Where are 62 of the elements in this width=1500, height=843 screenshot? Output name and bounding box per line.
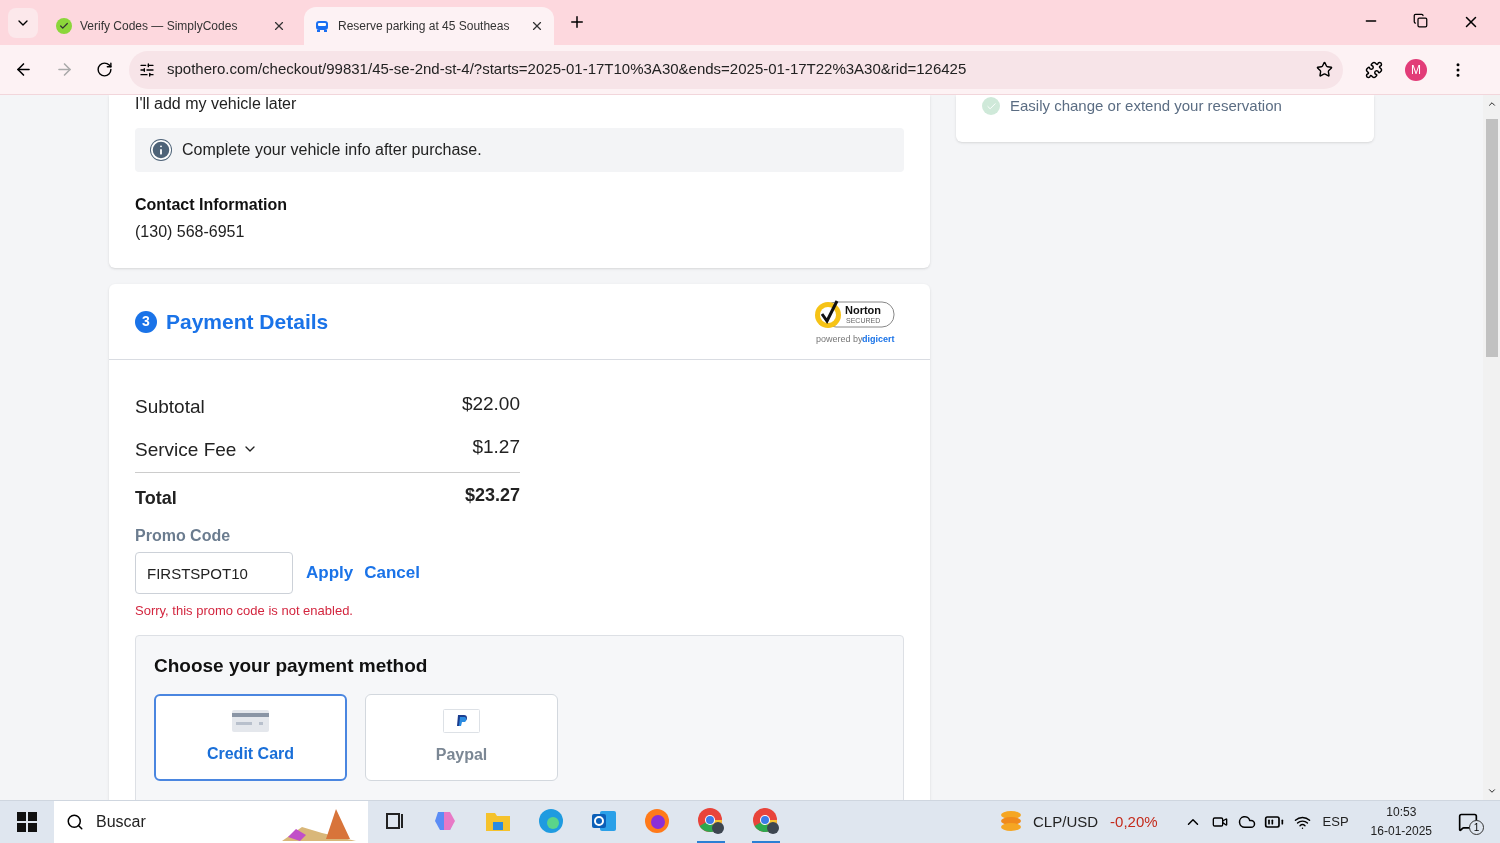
summary-value: $1.27 <box>472 435 520 459</box>
summary-value: $23.27 <box>464 484 520 507</box>
summary-value: $22.00 <box>461 392 520 416</box>
tab-title: Reserve parking at 45 Southeas <box>338 18 511 35</box>
scrollbar-thumb[interactable] <box>1485 118 1498 357</box>
profile-avatar[interactable]: M <box>1405 58 1427 81</box>
chrome-icon[interactable] <box>752 806 780 835</box>
tab-title: Verify Codes — SimplyCodes <box>80 18 239 35</box>
cloud-icon[interactable] <box>1237 813 1256 831</box>
promo-code-field[interactable]: FIRSTSPOT10 <box>135 552 293 594</box>
camera-icon[interactable] <box>1211 814 1228 830</box>
paypal-icon <box>443 708 480 733</box>
notification-count: 1 <box>1469 820 1484 835</box>
clock-date: 16-01-2025 <box>1370 823 1432 840</box>
restore-icon[interactable] <box>1413 13 1428 28</box>
windows-start-icon[interactable] <box>17 812 37 832</box>
chrome-icon[interactable] <box>697 806 725 835</box>
summary-label[interactable]: Service Fee <box>135 435 237 462</box>
scrollbar[interactable] <box>1483 95 1500 800</box>
clock-time: 10:53 <box>1386 804 1417 821</box>
search-placeholder: Buscar <box>96 812 147 832</box>
ticker-change: -0,20% <box>1110 811 1158 832</box>
cancel-link[interactable]: Cancel <box>364 560 420 586</box>
task-view-icon[interactable] <box>385 810 405 831</box>
credit-card-icon <box>232 709 269 732</box>
browser-tab[interactable]: Verify Codes — SimplyCodes <box>46 7 296 45</box>
vehicle-later-label: I'll add my vehicle later <box>135 95 298 112</box>
apply-link[interactable]: Apply <box>306 560 354 586</box>
payment-option[interactable]: Credit Card <box>154 694 347 781</box>
promo-label: Promo Code <box>135 526 232 546</box>
browser-tab[interactable]: Reserve parking at 45 Southeas <box>304 7 554 45</box>
back-icon[interactable] <box>14 60 33 79</box>
summary-label: Total <box>135 487 177 510</box>
bookmark-icon[interactable] <box>1316 61 1333 78</box>
site-info-icon[interactable] <box>139 61 155 78</box>
promo-error-message: Sorry, this promo code is not enabled. <box>135 602 354 620</box>
payment-title: Payment Details <box>166 308 329 335</box>
taskbar-search-field[interactable]: Buscar <box>54 800 368 843</box>
summary-label: Subtotal <box>135 395 205 419</box>
payment-method-heading: Choose your payment method <box>154 653 429 678</box>
address-bar[interactable]: spothero.com/checkout/99831/45-se-2nd-st-4/?starts=2025-01-17T10%3A30&ends=2025-01-17T22%3A30&rid=126425 <box>129 50 1343 89</box>
url-text: spothero.com/checkout/99831/45-se-2nd-st-4/?starts=2025-01-17T10%3A30&ends=2025-01-17T22%3A30&rid=126425 <box>167 59 968 80</box>
car-icon <box>314 18 330 34</box>
contact-heading: Contact Information <box>135 195 288 215</box>
language-indicator[interactable]: ESP <box>1322 812 1349 832</box>
payment-option[interactable]: Paypal <box>365 694 558 781</box>
ticker-symbol: CLP/USD <box>1033 811 1099 832</box>
scroll-down-icon[interactable] <box>1486 786 1497 796</box>
info-text: Complete your vehicle info after purchase. <box>182 140 482 160</box>
search-icon <box>66 813 84 831</box>
scroll-up-icon[interactable] <box>1486 99 1497 109</box>
info-icon <box>150 139 172 161</box>
benefit-text: Easily change or extend your reservation <box>1010 96 1282 116</box>
contact-phone: (130) 568-6951 <box>135 222 246 242</box>
extensions-icon[interactable] <box>1365 60 1383 79</box>
tab-search-button[interactable] <box>8 8 38 38</box>
new-tab-icon[interactable] <box>568 13 586 31</box>
step-number: 3 <box>135 310 157 333</box>
reload-icon[interactable] <box>96 61 113 78</box>
close-icon[interactable] <box>272 19 286 33</box>
close-icon[interactable] <box>530 19 544 33</box>
clock[interactable]: 10:53 16-01-2025 <box>1370 803 1432 841</box>
